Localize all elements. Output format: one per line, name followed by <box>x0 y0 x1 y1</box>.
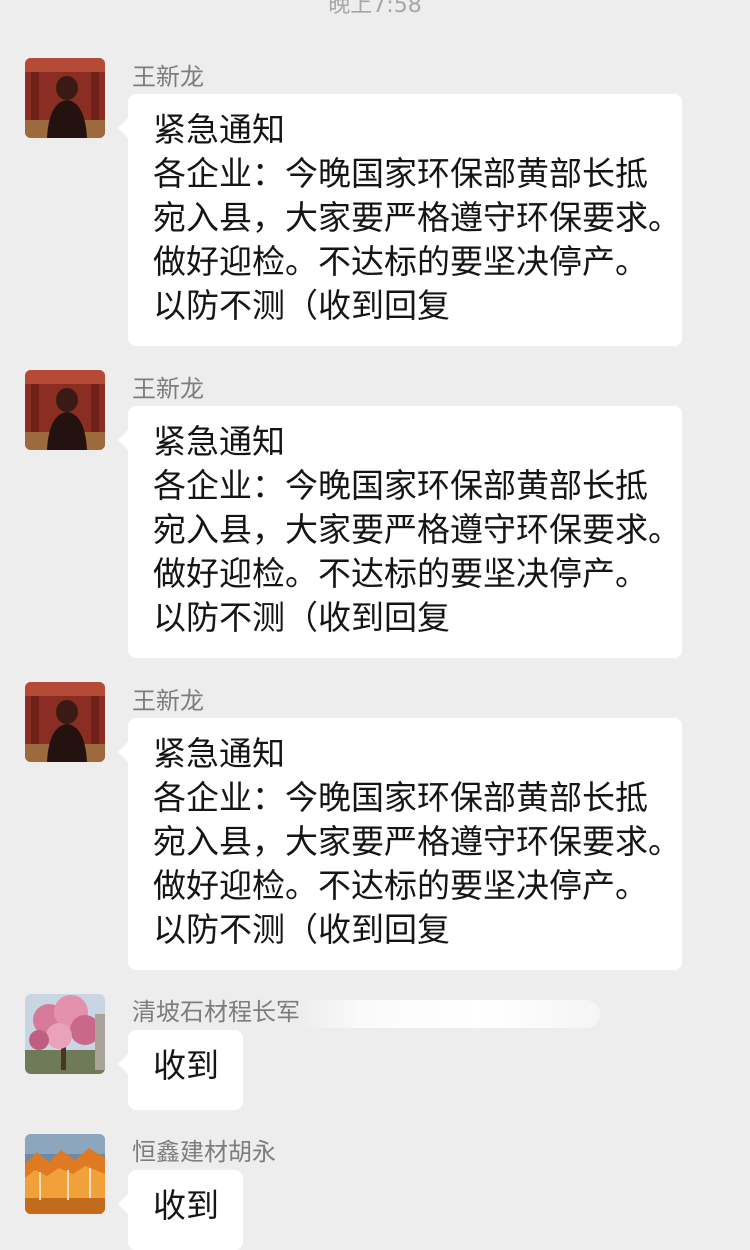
sender-name: 清坡石材程长军 <box>132 998 300 1026</box>
sender-name: 恒鑫建材胡永 <box>132 1138 276 1166</box>
message-bubble[interactable]: 紧急通知 各企业：今晚国家环保部黄部长抵 宛入县，大家要严格遵守环保要求。 做好… <box>118 94 682 346</box>
sender-name: 王新龙 <box>132 63 204 91</box>
sender-avatar[interactable] <box>25 994 105 1074</box>
sender-name: 王新龙 <box>132 375 204 403</box>
message-text-line: 宛入县，大家要严格遵守环保要求。 <box>153 510 681 549</box>
message-text-line: 做好迎检。不达标的要坚决停产。 <box>153 866 648 905</box>
message-text-line: 做好迎检。不达标的要坚决停产。 <box>153 554 648 593</box>
message-text-line: 各企业：今晚国家环保部黄部长抵 <box>153 154 648 193</box>
chat-timestamp: 晚上7:58 <box>328 0 422 18</box>
message-bubble[interactable]: 收到 <box>118 1170 243 1250</box>
message-text-line: 紧急通知 <box>153 110 285 149</box>
message-text-line: 以防不测（收到回复 <box>153 286 450 325</box>
sender-name: 王新龙 <box>132 687 204 715</box>
dark-figure-avatar-icon <box>25 58 105 138</box>
message-text-line: 宛入县，大家要严格遵守环保要求。 <box>153 198 681 237</box>
sender-avatar[interactable] <box>25 682 105 762</box>
message-text-line: 宛入县，大家要严格遵守环保要求。 <box>153 822 681 861</box>
message-text-line: 收到 <box>153 1186 219 1225</box>
message-text-line: 收到 <box>153 1046 219 1085</box>
message-bubble[interactable]: 紧急通知 各企业：今晚国家环保部黄部长抵 宛入县，大家要严格遵守环保要求。 做好… <box>118 406 682 658</box>
dark-figure-avatar-icon <box>25 682 105 762</box>
blossom-tree-avatar-icon <box>25 994 105 1074</box>
autumn-forest-avatar-icon <box>25 1134 105 1214</box>
sender-avatar[interactable] <box>25 370 105 450</box>
message-text-line: 以防不测（收到回复 <box>153 598 450 637</box>
message-text-line: 紧急通知 <box>153 734 285 773</box>
message-text-line: 各企业：今晚国家环保部黄部长抵 <box>153 466 648 505</box>
message-bubble[interactable]: 收到 <box>118 1030 243 1110</box>
redaction-blur <box>300 1000 600 1028</box>
sender-avatar[interactable] <box>25 1134 105 1214</box>
dark-figure-avatar-icon <box>25 370 105 450</box>
message-text-line: 以防不测（收到回复 <box>153 910 450 949</box>
sender-avatar[interactable] <box>25 58 105 138</box>
message-text-line: 各企业：今晚国家环保部黄部长抵 <box>153 778 648 817</box>
message-text-line: 做好迎检。不达标的要坚决停产。 <box>153 242 648 281</box>
message-text-line: 紧急通知 <box>153 422 285 461</box>
message-bubble[interactable]: 紧急通知 各企业：今晚国家环保部黄部长抵 宛入县，大家要严格遵守环保要求。 做好… <box>118 718 682 970</box>
